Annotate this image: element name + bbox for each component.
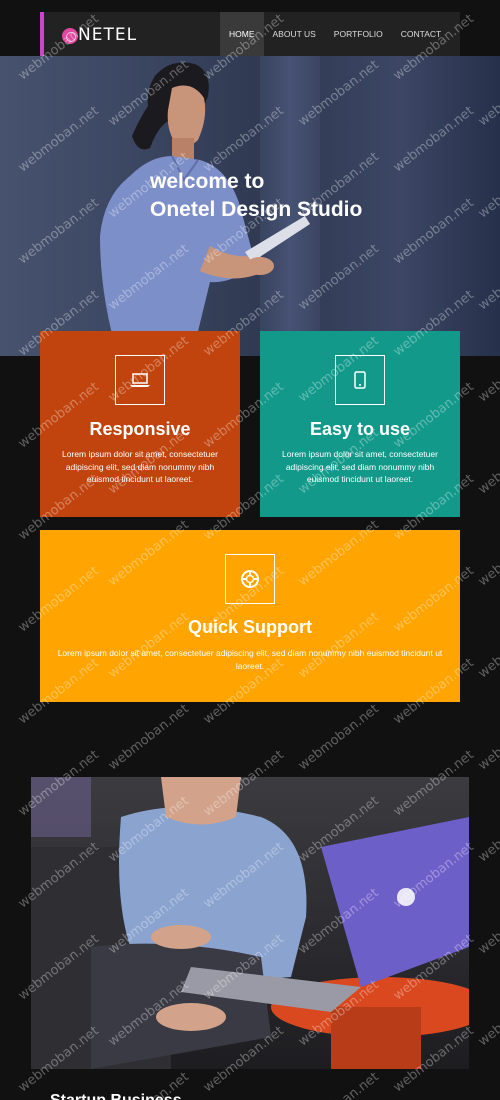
watermark-text: webmoban.net: [475, 517, 500, 590]
startup-business-image: [31, 777, 469, 1069]
logo-text[interactable]: NETEL: [78, 25, 137, 45]
watermark-text: webmoban.net: [476, 1070, 500, 1100]
feature-text: Lorem ipsum dolor sit amet, consectetuer…: [282, 449, 438, 484]
hero-heading: welcome to Onetel Design Studio: [150, 168, 362, 224]
watermark-text: webmoban.net: [296, 1070, 382, 1100]
watermark-text: webmoban.net: [105, 701, 192, 774]
watermark-text: webmoban.net: [475, 977, 500, 1050]
watermark-text: webmoban.net: [475, 701, 500, 774]
watermark-text: webmoban.net: [475, 885, 500, 958]
feature-icon-frame: [225, 554, 275, 604]
nav-about-us[interactable]: ABOUT US: [264, 12, 325, 56]
feature-icon-frame: [335, 355, 385, 405]
watermark-text: webmoban.net: [475, 609, 500, 682]
man-with-laptop-image: [31, 777, 469, 1069]
feature-icon-frame: [115, 355, 165, 405]
feature-text: Lorem ipsum dolor sit amet, consectetuer…: [62, 449, 218, 484]
watermark-text: webmoban.net: [295, 701, 382, 774]
feature-title: Quick Support: [187, 617, 312, 637]
watermark-text: webmoban.net: [475, 425, 500, 498]
feature-tile-quick-support[interactable]: Quick Support Lorem ipsum dolor sit amet…: [40, 530, 460, 702]
nav-portfolio[interactable]: PORTFOLIO: [325, 12, 392, 56]
logo-icon[interactable]: [62, 28, 78, 44]
main-nav: HOME ABOUT US PORTFOLIO CONTACT: [220, 12, 450, 56]
watermark-text: webmoban.net: [475, 793, 500, 866]
feature-tile-responsive[interactable]: Responsive Lorem ipsum dolor sit amet, c…: [40, 331, 240, 517]
mobile-icon: [354, 371, 366, 389]
feature-title: Responsive: [89, 419, 191, 439]
section-title: Startup Business: [50, 1092, 182, 1100]
brand-accent-bar: [40, 12, 44, 56]
lifebuoy-icon: [241, 570, 259, 588]
top-navigation-bar: NETEL HOME ABOUT US PORTFOLIO CONTACT: [40, 12, 460, 56]
laptop-icon: [130, 373, 150, 387]
feature-title: Easy to use: [309, 419, 411, 439]
hero-heading-line-2: Onetel Design Studio: [150, 198, 363, 221]
hero-heading-line-1: welcome to: [150, 170, 265, 193]
nav-contact[interactable]: CONTACT: [392, 12, 450, 56]
feature-tile-easy-to-use[interactable]: Easy to use Lorem ipsum dolor sit amet, …: [260, 331, 460, 517]
feature-text: Lorem ipsum dolor sit amet, consectetuer…: [57, 648, 443, 671]
hero-banner: welcome to Onetel Design Studio: [0, 56, 500, 356]
nav-home[interactable]: HOME: [220, 12, 264, 56]
